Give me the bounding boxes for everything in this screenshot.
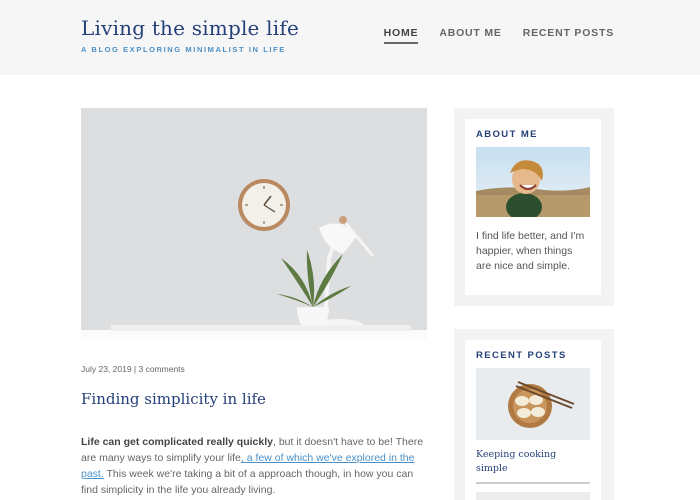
recent-posts-title: RECENT POSTS [476,350,567,361]
recent-posts-divider [476,482,590,484]
recent-post-next-thumbnail[interactable] [476,492,590,500]
site-tagline: A BLOG EXPLORING MINIMALIST IN LIFE [81,45,286,54]
recent-post-thumbnail[interactable] [476,368,590,440]
recent-post-link[interactable]: Keeping cooking simple [476,448,590,476]
main-nav: HOME ABOUT ME RECENT POSTS [383,27,614,44]
nav-item-home[interactable]: HOME [383,27,419,44]
excerpt-bold-text: Life can get complicated really quickly [81,436,273,448]
featured-image-illustration [81,108,427,339]
post-featured-image[interactable] [81,108,427,339]
about-photo [476,147,590,217]
about-text: I find life better, and I'm happier, whe… [476,230,585,272]
about-widget-card: ABOUT ME I find life better, and I'm hap… [465,119,601,295]
nav-item-recent-posts[interactable]: RECENT POSTS [523,27,614,44]
recent-posts-widget: RECENT POSTS Keeping cooking simple [454,329,614,500]
recent-posts-card: RECENT POSTS Keeping cooking simple [465,340,601,500]
about-widget: ABOUT ME I find life better, and I'm hap… [454,108,614,306]
excerpt-text-2: This week we're taking a bit of a approa… [81,468,414,496]
post-title[interactable]: Finding simplicity in life [81,390,266,408]
site-title[interactable]: Living the simple life [81,16,299,40]
about-widget-title: ABOUT ME [476,129,538,140]
post-meta: July 23, 2019 | 3 comments [81,364,185,374]
nav-item-about-me[interactable]: ABOUT ME [439,27,501,44]
post-excerpt: Life can get complicated really quickly,… [81,434,431,498]
site-header: Living the simple life A BLOG EXPLORING … [0,0,700,75]
